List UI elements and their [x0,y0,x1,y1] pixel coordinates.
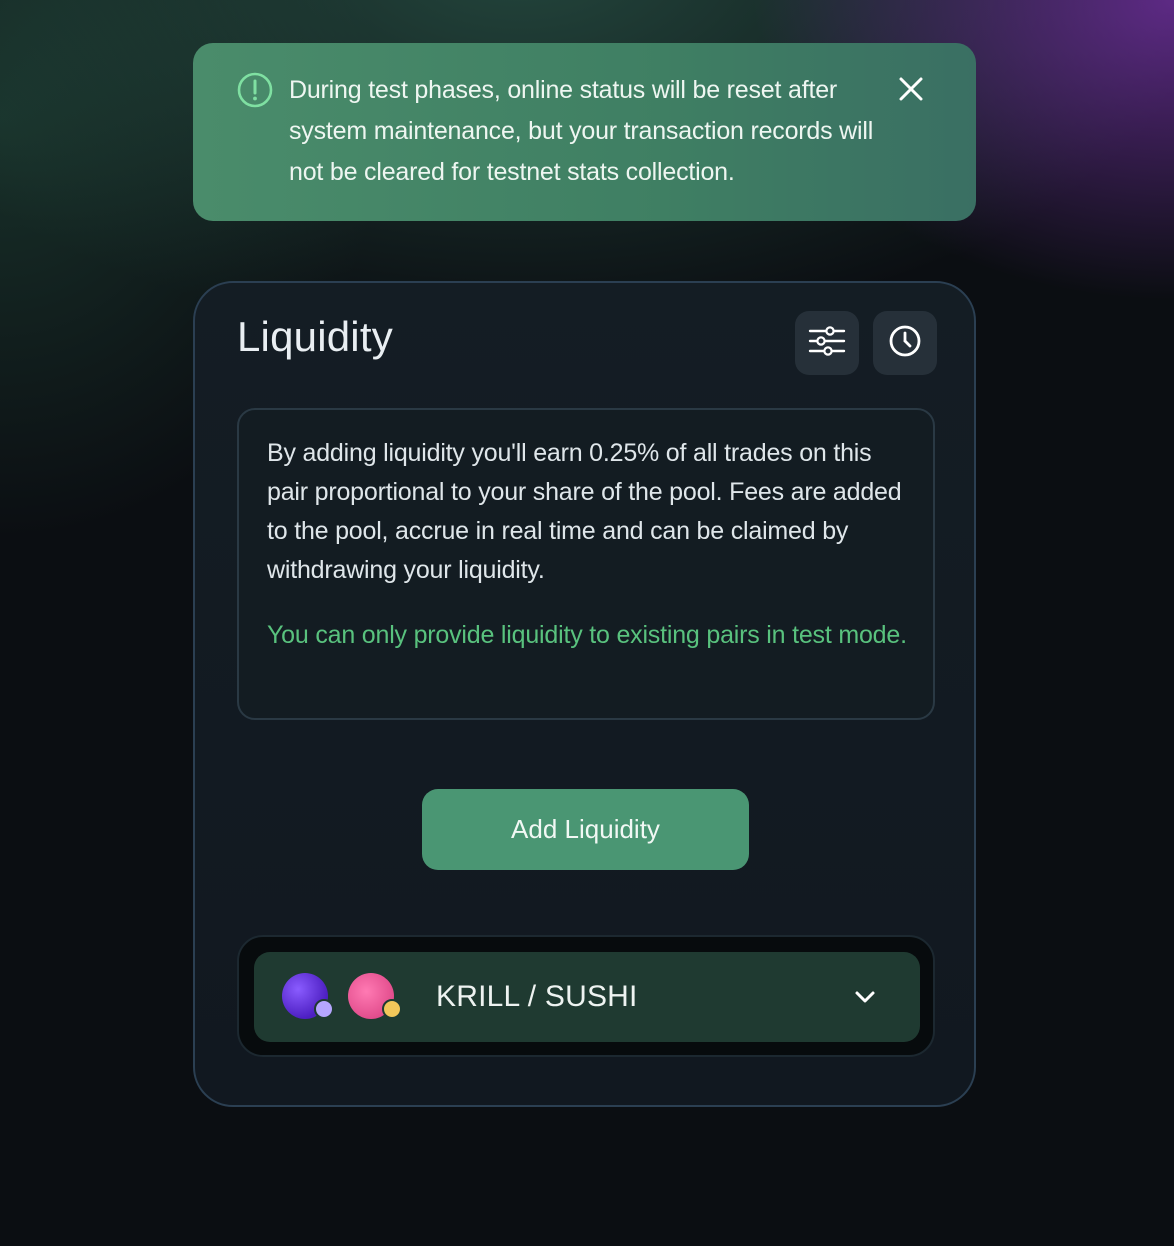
sliders-icon [808,325,846,361]
pair-label: KRILL / SUSHI [436,980,638,1013]
chain-badge-icon [314,999,334,1019]
info-text: By adding liquidity you'll earn 0.25% of… [267,439,902,584]
pair-container: KRILL / SUSHI [237,935,935,1057]
close-icon [898,76,924,107]
info-note: You can only provide liquidity to existi… [267,621,907,649]
alert-circle-icon [237,72,273,108]
page-title: Liquidity [237,313,393,360]
add-liquidity-button[interactable]: Add Liquidity [422,789,749,870]
pair-selector[interactable]: KRILL / SUSHI [254,952,920,1042]
clock-icon [888,324,922,363]
settings-button[interactable] [795,311,859,375]
close-button[interactable] [893,73,929,109]
info-panel: By adding liquidity you'll earn 0.25% of… [237,408,935,720]
chevron-down-icon [852,984,878,1010]
liquidity-card: Liquidity By adding liquidity you'll ear… [193,281,976,1107]
chain-badge-icon [382,999,402,1019]
notification-banner: During test phases, online status will b… [193,43,976,221]
banner-message: During test phases, online status will b… [289,76,874,186]
history-button[interactable] [873,311,937,375]
